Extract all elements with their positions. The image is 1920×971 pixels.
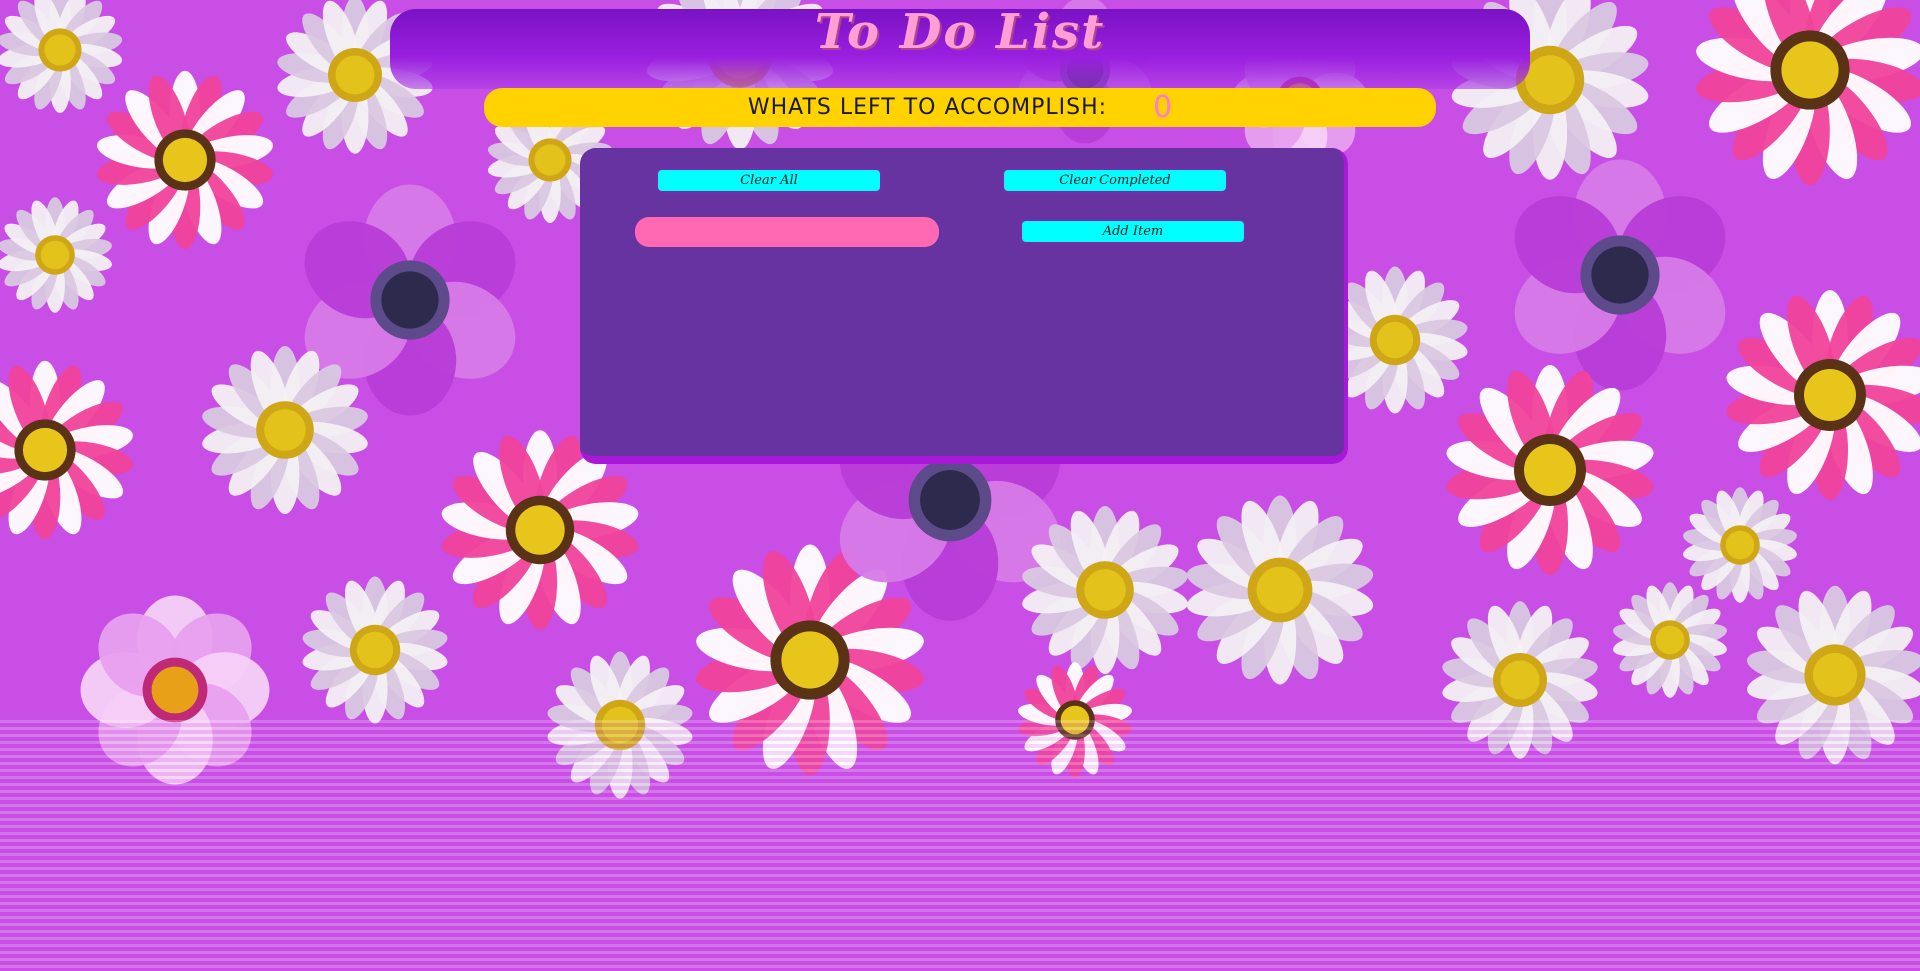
remaining-counter-label: whats left to accomplish: (747, 95, 1108, 120)
flower-decoration (1696, 0, 1920, 186)
remaining-counter-value: 0 (1153, 90, 1173, 125)
clear-completed-button[interactable]: Clear Completed (1002, 168, 1228, 193)
page-title: To Do List (814, 4, 1106, 60)
clear-all-button[interactable]: Clear All (656, 168, 882, 193)
flower-decoration (0, 0, 123, 113)
flower-decoration (1514, 159, 1726, 391)
flower-decoration (1683, 487, 1797, 603)
todo-panel: Clear All Clear Completed Add Item (580, 148, 1348, 464)
flower-decoration (302, 576, 448, 724)
new-item-input[interactable] (635, 217, 939, 247)
flower-decoration (1186, 495, 1374, 685)
flower-decoration (1446, 365, 1654, 575)
flower-background-image (0, 0, 1920, 971)
add-item-button[interactable]: Add Item (1020, 219, 1246, 244)
water-reflection (0, 720, 1920, 971)
remaining-counter-bar: whats left to accomplish: 0 (484, 88, 1436, 127)
flower-decoration (1613, 582, 1727, 698)
flower-decoration (0, 360, 133, 540)
flower-decoration (97, 70, 273, 250)
flower-decoration (0, 197, 112, 313)
flower-decoration (1726, 290, 1920, 500)
